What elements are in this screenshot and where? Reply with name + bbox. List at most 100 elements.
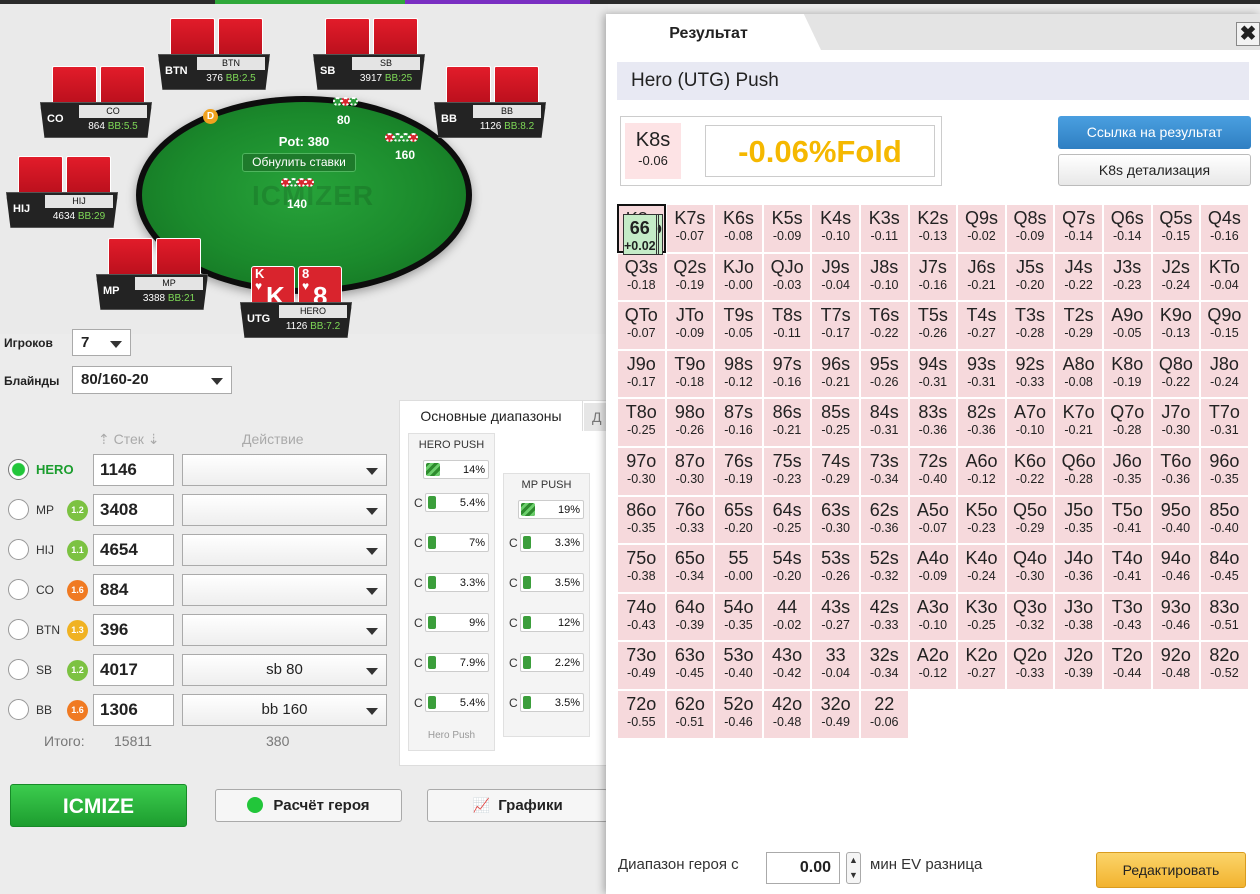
stack-input[interactable]: 3408 xyxy=(93,494,174,526)
hand-cell-k2o[interactable]: K2o -0.27 xyxy=(957,641,1006,690)
hand-cell-82s[interactable]: 82s -0.36 xyxy=(957,398,1006,447)
hand-cell-83s[interactable]: 83s -0.36 xyxy=(908,398,958,447)
seat-btn[interactable]: BTN BTN 376 BB:2.5 xyxy=(158,18,270,90)
range-item[interactable]: C 5.4% xyxy=(409,484,494,524)
player-radio[interactable] xyxy=(8,699,29,720)
hand-cell-86s[interactable]: 86s -0.21 xyxy=(762,398,812,447)
hand-cell-t4o[interactable]: T4o -0.41 xyxy=(1102,544,1152,593)
hand-cell-t5o[interactable]: T5o -0.41 xyxy=(1102,495,1152,545)
hand-cell-a3o[interactable]: A3o -0.10 xyxy=(908,592,958,642)
hand-cell-92o[interactable]: 92o -0.48 xyxy=(1151,641,1201,690)
hand-cell-k2s[interactable]: K2s -0.13 xyxy=(908,204,958,253)
hand-cell-43o[interactable]: 43o -0.42 xyxy=(762,641,812,690)
edit-button[interactable]: Редактировать xyxy=(1096,852,1246,888)
hand-cell-t3s[interactable]: T3s -0.28 xyxy=(1005,301,1055,350)
hand-cell-j2o[interactable]: J2o -0.39 xyxy=(1054,641,1103,690)
seat-mp[interactable]: MP MP 3388 BB:21 xyxy=(96,238,208,310)
hand-cell-a5o[interactable]: A5o -0.07 xyxy=(908,495,958,545)
hand-cell-84o[interactable]: 84o -0.45 xyxy=(1200,544,1249,593)
stack-input[interactable]: 1146 xyxy=(93,454,174,486)
tab-main-ranges[interactable]: Основные диапазоны xyxy=(400,401,583,431)
hand-cell-62s[interactable]: 62s -0.36 xyxy=(859,495,909,545)
hand-cell-64s[interactable]: 64s -0.25 xyxy=(762,495,812,545)
hand-cell-q9o[interactable]: Q9o -0.15 xyxy=(1200,301,1249,350)
hand-cell-a8o[interactable]: A8o -0.08 xyxy=(1054,349,1103,399)
hand-cell-t9s[interactable]: T9s -0.05 xyxy=(714,301,763,350)
hand-cell-k8o[interactable]: K8o -0.19 xyxy=(1102,349,1152,399)
hand-cell-64o[interactable]: 64o -0.39 xyxy=(665,592,715,642)
hand-cell-q5s[interactable]: Q5s -0.15 xyxy=(1151,204,1201,253)
range-item[interactable]: C 3.3% xyxy=(504,524,589,564)
hand-cell-72s[interactable]: 72s -0.40 xyxy=(908,446,958,496)
hand-cell-k4o[interactable]: K4o -0.24 xyxy=(957,544,1006,593)
hand-cell-k5s[interactable]: K5s -0.09 xyxy=(762,204,812,253)
hand-cell-96o[interactable]: 96o -0.35 xyxy=(1200,446,1249,496)
hand-cell-t2s[interactable]: T2s -0.29 xyxy=(1054,301,1103,350)
hand-cell-t2o[interactable]: T2o -0.44 xyxy=(1102,641,1152,690)
hand-cell-k3o[interactable]: K3o -0.25 xyxy=(957,592,1006,642)
hand-cell-86o[interactable]: 86o -0.35 xyxy=(617,495,666,545)
hand-cell-76o[interactable]: 76o -0.33 xyxy=(665,495,715,545)
hand-cell-k9o[interactable]: K9o -0.13 xyxy=(1151,301,1201,350)
hand-cell-q8o[interactable]: Q8o -0.22 xyxy=(1151,349,1201,399)
hand-cell-92s[interactable]: 92s -0.33 xyxy=(1005,349,1055,399)
hand-cell-q7o[interactable]: Q7o -0.28 xyxy=(1102,398,1152,447)
hand-cell-jto[interactable]: JTo -0.09 xyxy=(665,301,715,350)
player-radio[interactable] xyxy=(8,499,29,520)
stack-input[interactable]: 1306 xyxy=(93,694,174,726)
hand-cell-95s[interactable]: 95s -0.26 xyxy=(859,349,909,399)
action-select[interactable] xyxy=(182,614,387,646)
reset-bets-button[interactable]: Обнулить ставки xyxy=(242,153,356,172)
hand-cell-t7s[interactable]: T7s -0.17 xyxy=(811,301,860,350)
hand-cell-98s[interactable]: 98s -0.12 xyxy=(714,349,763,399)
hand-cell-98o[interactable]: 98o -0.26 xyxy=(665,398,715,447)
hand-cell-j4s[interactable]: J4s -0.22 xyxy=(1054,252,1103,302)
seat-co[interactable]: CO CO 864 BB:5.5 xyxy=(40,66,152,138)
hand-cell-55[interactable]: 55 -0.00 xyxy=(714,544,763,593)
action-select[interactable]: sb 80 xyxy=(182,654,387,686)
action-select[interactable] xyxy=(182,534,387,566)
hand-cell-j9o[interactable]: J9o -0.17 xyxy=(617,349,666,399)
hand-cell-t5s[interactable]: T5s -0.26 xyxy=(908,301,958,350)
stack-header[interactable]: ⇡ Стек ⇣ xyxy=(98,431,160,448)
ev-stepper[interactable]: ▲ ▼ xyxy=(846,852,861,884)
hand-detail-button[interactable]: K8s детализация xyxy=(1058,154,1251,186)
hand-cell-a4o[interactable]: A4o -0.09 xyxy=(908,544,958,593)
tab-result[interactable]: Результат xyxy=(606,14,821,50)
result-link-button[interactable]: Ссылка на результат xyxy=(1058,116,1251,149)
hero-calc-button[interactable]: Расчёт героя xyxy=(215,789,402,822)
hand-cell-65o[interactable]: 65o -0.34 xyxy=(665,544,715,593)
hand-cell-j8s[interactable]: J8s -0.10 xyxy=(859,252,909,302)
hand-cell-63s[interactable]: 63s -0.30 xyxy=(811,495,860,545)
action-select[interactable] xyxy=(182,494,387,526)
hand-cell-q4s[interactable]: Q4s -0.16 xyxy=(1200,204,1249,253)
hand-cell-44[interactable]: 44 -0.02 xyxy=(762,592,812,642)
hand-cell-j6o[interactable]: J6o -0.35 xyxy=(1102,446,1152,496)
hand-cell-q3s[interactable]: Q3s -0.18 xyxy=(617,252,666,302)
stack-input[interactable]: 4654 xyxy=(93,534,174,566)
stack-input[interactable]: 396 xyxy=(93,614,174,646)
hand-cell-87o[interactable]: 87o -0.30 xyxy=(665,446,715,496)
hand-cell-97o[interactable]: 97o -0.30 xyxy=(617,446,666,496)
hand-cell-j7s[interactable]: J7s -0.16 xyxy=(908,252,958,302)
hand-cell-52s[interactable]: 52s -0.32 xyxy=(859,544,909,593)
range-item[interactable]: 19% xyxy=(504,496,589,524)
hand-cell-53o[interactable]: 53o -0.40 xyxy=(714,641,763,690)
seat-bb[interactable]: BB BB 1126 BB:8.2 xyxy=(434,66,546,138)
hand-cell-j5o[interactable]: J5o -0.35 xyxy=(1054,495,1103,545)
hand-cell-76s[interactable]: 76s -0.19 xyxy=(714,446,763,496)
hand-cell-82o[interactable]: 82o -0.52 xyxy=(1200,641,1249,690)
hand-cell-t8o[interactable]: T8o -0.25 xyxy=(617,398,666,447)
hand-cell-t6s[interactable]: T6s -0.22 xyxy=(859,301,909,350)
min-ev-input[interactable]: 0.00 xyxy=(766,852,840,884)
hand-cell-t3o[interactable]: T3o -0.43 xyxy=(1102,592,1152,642)
players-select[interactable]: 7 xyxy=(72,329,131,356)
hand-cell-t4s[interactable]: T4s -0.27 xyxy=(957,301,1006,350)
hand-cell-87s[interactable]: 87s -0.16 xyxy=(714,398,763,447)
player-radio[interactable] xyxy=(8,619,29,640)
hand-cell-53s[interactable]: 53s -0.26 xyxy=(811,544,860,593)
hand-cell-22[interactable]: 22 -0.06 xyxy=(859,689,909,739)
hand-cell-32o[interactable]: 32o -0.49 xyxy=(811,689,860,739)
seat-hero[interactable]: UTG HERO 1126 BB:7.2 xyxy=(240,302,352,338)
hand-cell-a7o[interactable]: A7o -0.10 xyxy=(1005,398,1055,447)
